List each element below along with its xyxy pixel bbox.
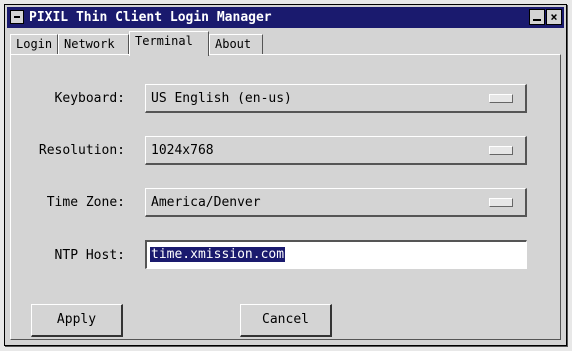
tab-bar: Login Network Terminal About	[7, 30, 564, 56]
close-button[interactable]: ×	[546, 9, 562, 25]
keyboard-select[interactable]: US English (en-us)	[145, 84, 527, 113]
tab-login[interactable]: Login	[10, 34, 58, 54]
resolution-select[interactable]: 1024x768	[145, 136, 527, 165]
dropdown-indicator-icon	[489, 146, 513, 155]
window-menu-icon[interactable]	[10, 10, 24, 24]
terminal-panel: Keyboard: US English (en-us) Resolution:…	[10, 54, 561, 340]
window-title: PIXIL Thin Client Login Manager	[29, 10, 272, 25]
resolution-select-value: 1024x768	[151, 143, 214, 158]
ntp-host-label: NTP Host:	[54, 248, 125, 263]
apply-button[interactable]: Apply	[31, 304, 123, 337]
tab-terminal[interactable]: Terminal	[129, 31, 209, 56]
tab-network[interactable]: Network	[58, 34, 129, 54]
keyboard-label: Keyboard:	[54, 91, 125, 106]
ntp-host-value: time.xmission.com	[150, 247, 286, 262]
keyboard-select-value: US English (en-us)	[151, 91, 292, 106]
dropdown-indicator-icon	[489, 198, 513, 207]
resolution-label: Resolution:	[38, 143, 125, 158]
timezone-select-value: America/Denver	[151, 195, 261, 210]
minimize-button[interactable]	[529, 9, 545, 25]
timezone-label: Time Zone:	[46, 195, 125, 210]
tab-about[interactable]: About	[209, 34, 263, 54]
cancel-button[interactable]: Cancel	[240, 304, 332, 337]
ntp-host-input[interactable]: time.xmission.com	[145, 240, 527, 269]
title-bar[interactable]: PIXIL Thin Client Login Manager ×	[7, 7, 564, 28]
timezone-select[interactable]: America/Denver	[145, 188, 527, 217]
login-manager-window: PIXIL Thin Client Login Manager × Login …	[4, 4, 567, 346]
dropdown-indicator-icon	[489, 94, 513, 103]
